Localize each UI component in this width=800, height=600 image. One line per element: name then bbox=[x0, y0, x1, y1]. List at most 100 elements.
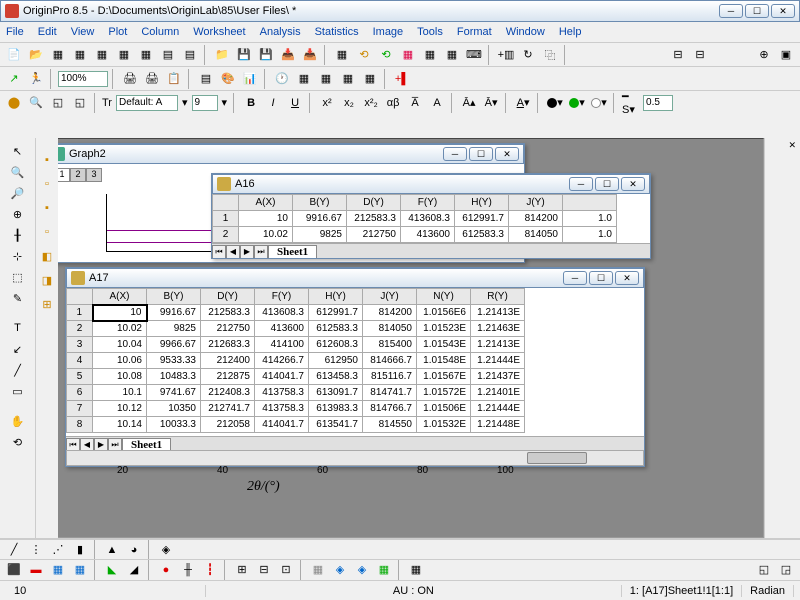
menu-edit[interactable]: Edit bbox=[38, 26, 57, 38]
plot15-icon[interactable]: ◈ bbox=[352, 560, 372, 580]
plot4-icon[interactable]: ▦ bbox=[70, 560, 90, 580]
results-icon[interactable]: ▦ bbox=[420, 45, 440, 65]
close-button[interactable]: ✕ bbox=[771, 4, 795, 18]
menu-help[interactable]: Help bbox=[559, 26, 582, 38]
pointer-icon[interactable]: ↖ bbox=[9, 142, 27, 160]
menu-worksheet[interactable]: Worksheet bbox=[193, 26, 245, 38]
plot8-icon[interactable]: ╫ bbox=[178, 560, 198, 580]
a16-nav-last[interactable]: ⏭ bbox=[254, 245, 268, 259]
column-plot-icon[interactable]: ▮ bbox=[70, 540, 90, 560]
a16-maximize-button[interactable]: ☐ bbox=[595, 177, 619, 191]
layer1-icon[interactable]: ◱ bbox=[48, 93, 68, 113]
zoom-in-icon[interactable]: ⊕ bbox=[754, 45, 774, 65]
duplicate-icon[interactable]: ⿻ bbox=[540, 45, 560, 65]
a16-sheet-tab[interactable]: Sheet1 bbox=[268, 245, 317, 258]
menu-window[interactable]: Window bbox=[506, 26, 545, 38]
refresh-icon[interactable]: ↻ bbox=[518, 45, 538, 65]
template-lib-icon[interactable]: ▦ bbox=[406, 560, 426, 580]
mask-tool-icon[interactable]: ⬚ bbox=[9, 268, 27, 286]
new-project-icon[interactable]: 📄 bbox=[4, 45, 24, 65]
mask2-icon[interactable]: ▫ bbox=[37, 174, 57, 194]
batch-icon[interactable]: ▦ bbox=[332, 45, 352, 65]
layer-tab-3[interactable]: 3 bbox=[86, 168, 102, 182]
supersub-icon[interactable]: x²₂ bbox=[361, 93, 381, 113]
menu-image[interactable]: Image bbox=[373, 26, 404, 38]
open-template-icon[interactable]: 📁 bbox=[212, 45, 232, 65]
plot16-icon[interactable]: ▦ bbox=[374, 560, 394, 580]
a16-nav-first[interactable]: ⏮ bbox=[212, 245, 226, 259]
arrow-tool-icon[interactable]: ↙ bbox=[9, 340, 27, 358]
plot10-icon[interactable]: ⊞ bbox=[232, 560, 252, 580]
layer2-icon[interactable]: ◱ bbox=[70, 93, 90, 113]
new-notes-icon[interactable]: ▤ bbox=[158, 45, 178, 65]
a17-maximize-button[interactable]: ☐ bbox=[589, 271, 613, 285]
plot5-icon[interactable]: ◣ bbox=[102, 560, 122, 580]
antialiasing-icon[interactable]: ⬤ bbox=[4, 93, 24, 113]
extract-icon[interactable]: ▦ bbox=[338, 69, 358, 89]
underline-button[interactable]: U bbox=[285, 93, 305, 113]
new-matrix-icon[interactable]: ▦ bbox=[114, 45, 134, 65]
plot13-icon[interactable]: ▦ bbox=[308, 560, 328, 580]
plot14-icon[interactable]: ◈ bbox=[330, 560, 350, 580]
superscript-icon[interactable]: x² bbox=[317, 93, 337, 113]
line-color-icon[interactable]: ▾ bbox=[545, 93, 565, 113]
subscript-icon[interactable]: x₂ bbox=[339, 93, 359, 113]
new-layout-icon[interactable]: ▦ bbox=[136, 45, 156, 65]
menu-plot[interactable]: Plot bbox=[108, 26, 127, 38]
menu-tools[interactable]: Tools bbox=[417, 26, 443, 38]
decrease-font-icon[interactable]: A bbox=[427, 93, 447, 113]
pan-tool-icon[interactable]: ✋ bbox=[9, 412, 27, 430]
plot6-icon[interactable]: ◢ bbox=[124, 560, 144, 580]
add-xy-icon[interactable]: 📊 bbox=[240, 69, 260, 89]
copy-page-icon[interactable]: 📋 bbox=[164, 69, 184, 89]
a16-close-button[interactable]: ✕ bbox=[621, 177, 645, 191]
code-builder-icon[interactable]: ⌨ bbox=[464, 45, 484, 65]
pie-plot-icon[interactable]: ◕ bbox=[124, 540, 144, 560]
graph-close-button[interactable]: ✕ bbox=[495, 147, 519, 161]
area-plot-icon[interactable]: ▲ bbox=[102, 540, 122, 560]
new-color-icon[interactable]: 🎨 bbox=[218, 69, 238, 89]
new-function-icon[interactable]: ▤ bbox=[180, 45, 200, 65]
run-icon[interactable]: 🏃 bbox=[26, 69, 46, 89]
a17-grid[interactable]: A(X)B(Y)D(Y)F(Y)H(Y)J(Y)N(Y)R(Y) 1109916… bbox=[66, 288, 525, 433]
command-icon[interactable]: ▦ bbox=[442, 45, 462, 65]
menu-view[interactable]: View bbox=[71, 26, 95, 38]
speed-icon[interactable]: 🔍 bbox=[26, 93, 46, 113]
new-workbook-icon[interactable]: ▦ bbox=[48, 45, 68, 65]
maximize-button[interactable]: ☐ bbox=[745, 4, 769, 18]
mask4-icon[interactable]: ▫ bbox=[37, 222, 57, 242]
save-icon[interactable]: 💾 bbox=[234, 45, 254, 65]
new-table-icon[interactable]: ▦ bbox=[294, 69, 314, 89]
worksheet-a17[interactable]: A17 ─ ☐ ✕ A(X)B(Y)D(Y)F(Y)H(Y)J(Y)N(Y)R(… bbox=[65, 267, 645, 467]
font-bigger-icon[interactable]: Ā▴ bbox=[459, 93, 479, 113]
menu-format[interactable]: Format bbox=[457, 26, 492, 38]
plot11-icon[interactable]: ⊟ bbox=[254, 560, 274, 580]
import-icon[interactable]: 📥 bbox=[278, 45, 298, 65]
restore-icon[interactable]: ◱ bbox=[754, 560, 774, 580]
plot2-icon[interactable]: ▬ bbox=[26, 560, 46, 580]
line-plot-icon[interactable]: ╱ bbox=[4, 540, 24, 560]
rect-tool-icon[interactable]: ▭ bbox=[9, 382, 27, 400]
plot3-icon[interactable]: ▦ bbox=[48, 560, 68, 580]
screen-reader-icon[interactable]: ⊕ bbox=[9, 205, 27, 223]
slider-icon[interactable]: ⊟ bbox=[668, 45, 688, 65]
rotate-tool-icon[interactable]: ⟲ bbox=[9, 433, 27, 451]
linewidth-combo[interactable] bbox=[643, 95, 673, 111]
font-smaller-icon[interactable]: Ā▾ bbox=[481, 93, 501, 113]
open-icon[interactable]: 📂 bbox=[26, 45, 46, 65]
draw-data-icon[interactable]: ✎ bbox=[9, 289, 27, 307]
date-time-icon[interactable]: 🕐 bbox=[272, 69, 292, 89]
recalc2-icon[interactable]: ⟲ bbox=[376, 45, 396, 65]
print-preview-icon[interactable]: 🖨 bbox=[142, 69, 162, 89]
mask1-icon[interactable]: ▪ bbox=[37, 150, 57, 170]
whole-page-icon[interactable]: ▣ bbox=[776, 45, 796, 65]
data-selector-icon[interactable]: ⊹ bbox=[9, 247, 27, 265]
merge-icon[interactable]: ▦ bbox=[360, 69, 380, 89]
menu-file[interactable]: File bbox=[6, 26, 24, 38]
a16-nav-prev[interactable]: ◀ bbox=[226, 245, 240, 259]
plot7-icon[interactable]: ● bbox=[156, 560, 176, 580]
add-column-icon[interactable]: +▥ bbox=[496, 45, 516, 65]
plot12-icon[interactable]: ⊡ bbox=[276, 560, 296, 580]
line-scatter-icon[interactable]: ⋰ bbox=[48, 540, 68, 560]
explorer-icon[interactable]: ▦ bbox=[398, 45, 418, 65]
